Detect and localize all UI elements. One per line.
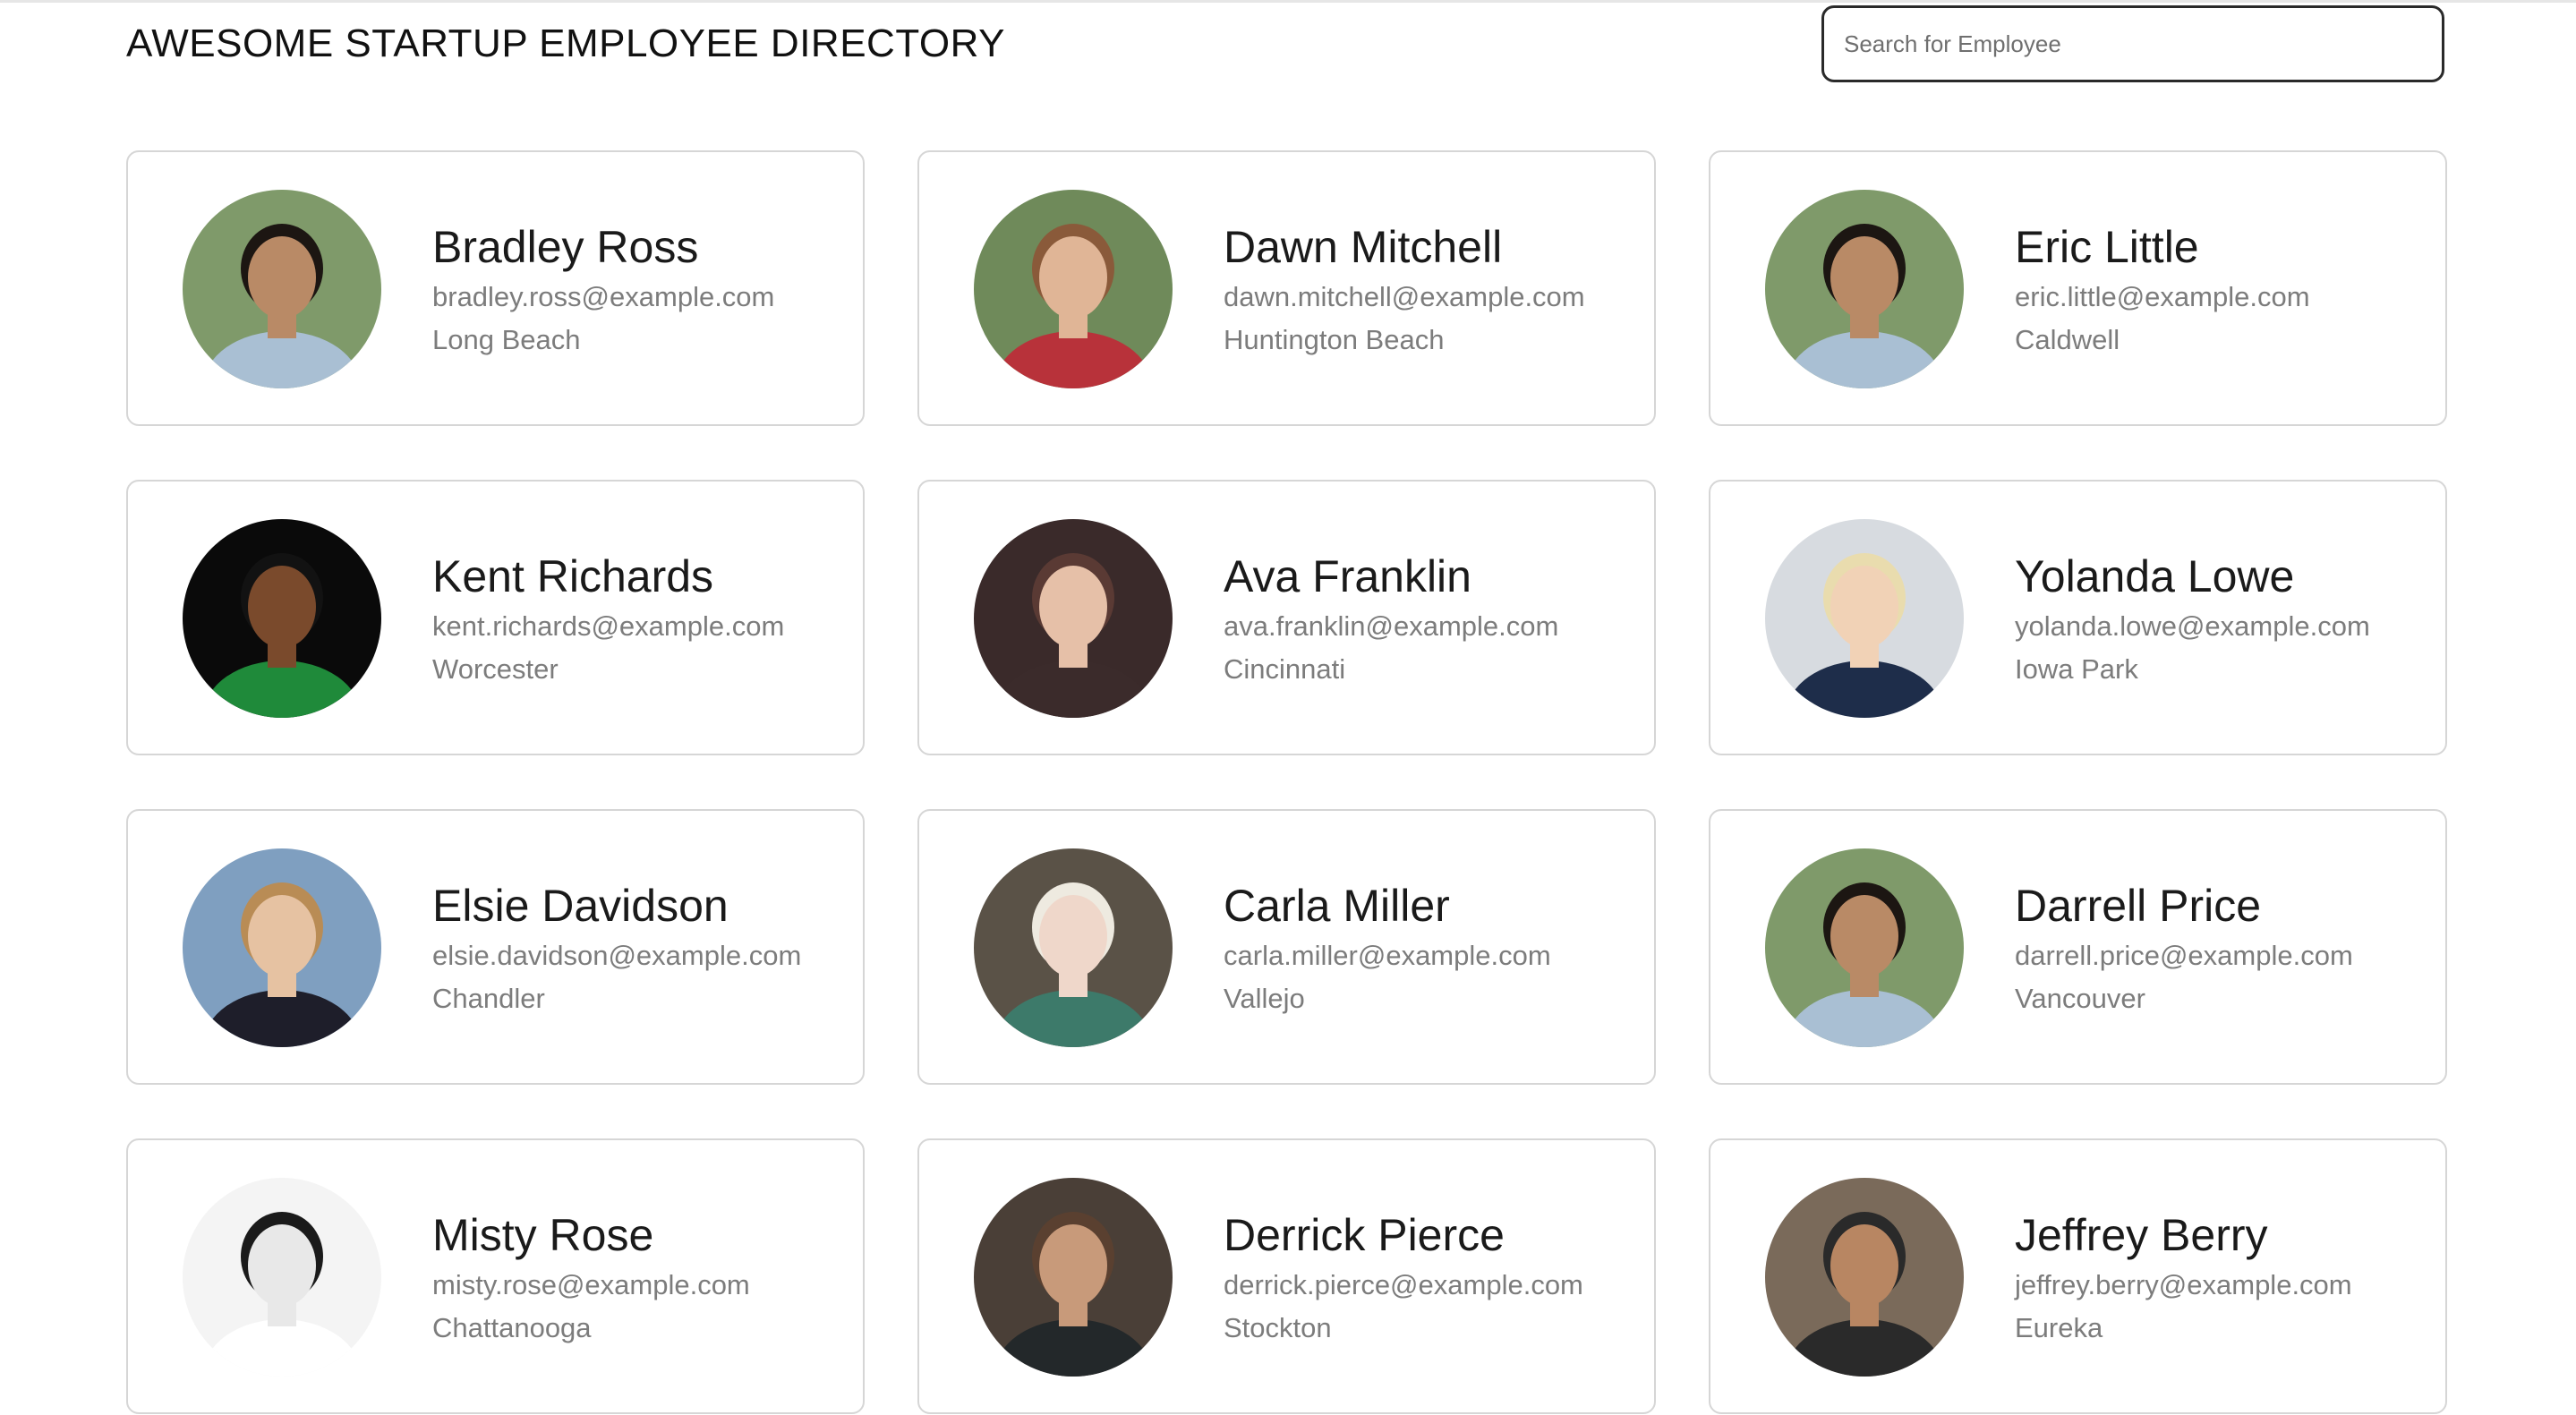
- employee-avatar: [183, 519, 381, 718]
- employee-card[interactable]: Eric Little eric.little@example.com Caldwe…: [1709, 150, 2447, 426]
- employee-avatar: [974, 190, 1173, 388]
- employee-email: dawn.mitchell@example.com: [1224, 281, 1585, 312]
- employee-card[interactable]: Elsie Davidson elsie.davidson@example.com…: [126, 809, 865, 1085]
- employee-info: Jeffrey Berry jeffrey.berry@example.com Eu…: [2015, 1208, 2427, 1350]
- employee-card[interactable]: Bradley Ross bradley.ross@example.com Long…: [126, 150, 865, 426]
- employee-avatar: [183, 848, 381, 1047]
- employee-avatar: [183, 190, 381, 388]
- employee-card[interactable]: Derrick Pierce derrick.pierce@example.com…: [917, 1138, 1656, 1414]
- page-title: AWESOME STARTUP EMPLOYEE DIRECTORY: [126, 21, 1005, 65]
- employee-info: Derrick Pierce derrick.pierce@example.com…: [1224, 1208, 1636, 1350]
- employee-email: elsie.davidson@example.com: [432, 940, 802, 971]
- employee-info: Dawn Mitchell dawn.mitchell@example.com Hu…: [1224, 220, 1636, 362]
- employee-info: Misty Rose misty.rose@example.com Chattano…: [432, 1208, 845, 1350]
- employee-name: Bradley Ross: [432, 222, 699, 272]
- employee-email: ava.franklin@example.com: [1224, 610, 1559, 642]
- employee-city: Vancouver: [2015, 983, 2145, 1014]
- employee-email: carla.miller@example.com: [1224, 940, 1551, 971]
- employee-city: Cincinnati: [1224, 653, 1346, 685]
- header: AWESOME STARTUP EMPLOYEE DIRECTORY: [126, 0, 2448, 107]
- employee-card[interactable]: Darrell Price darrell.price@example.com Va…: [1709, 809, 2447, 1085]
- employee-avatar: [974, 1178, 1173, 1377]
- employee-avatar: [974, 848, 1173, 1047]
- employee-name: Derrick Pierce: [1224, 1210, 1505, 1260]
- employee-card[interactable]: Dawn Mitchell dawn.mitchell@example.com Hu…: [917, 150, 1656, 426]
- employee-name: Misty Rose: [432, 1210, 654, 1260]
- employee-info: Bradley Ross bradley.ross@example.com Long…: [432, 220, 845, 362]
- employee-name: Dawn Mitchell: [1224, 222, 1503, 272]
- employee-avatar: [1765, 848, 1964, 1047]
- employee-card[interactable]: Ava Franklin ava.franklin@example.com Cinc…: [917, 480, 1656, 755]
- employee-name: Carla Miller: [1224, 881, 1450, 931]
- employee-card[interactable]: Kent Richards kent.richards@example.com Wo…: [126, 480, 865, 755]
- employee-email: misty.rose@example.com: [432, 1269, 750, 1300]
- employee-name: Eric Little: [2015, 222, 2199, 272]
- employee-name: Jeffrey Berry: [2015, 1210, 2268, 1260]
- employee-name: Ava Franklin: [1224, 551, 1471, 601]
- employee-card[interactable]: Misty Rose misty.rose@example.com Chattano…: [126, 1138, 865, 1414]
- employee-city: Chandler: [432, 983, 545, 1014]
- employee-email: eric.little@example.com: [2015, 281, 2310, 312]
- employee-info: Yolanda Lowe yolanda.lowe@example.com Iowa…: [2015, 550, 2427, 691]
- employee-grid: Bradley Ross bradley.ross@example.com Long…: [126, 150, 2448, 1414]
- employee-email: kent.richards@example.com: [432, 610, 785, 642]
- employee-card[interactable]: Carla Miller carla.miller@example.com Vall…: [917, 809, 1656, 1085]
- employee-email: jeffrey.berry@example.com: [2015, 1269, 2352, 1300]
- employee-email: darrell.price@example.com: [2015, 940, 2353, 971]
- employee-city: Worcester: [432, 653, 559, 685]
- employee-email: derrick.pierce@example.com: [1224, 1269, 1583, 1300]
- employee-city: Vallejo: [1224, 983, 1305, 1014]
- employee-city: Iowa Park: [2015, 653, 2138, 685]
- employee-name: Kent Richards: [432, 551, 714, 601]
- employee-info: Darrell Price darrell.price@example.com Va…: [2015, 879, 2427, 1020]
- employee-info: Eric Little eric.little@example.com Caldwe…: [2015, 220, 2427, 362]
- employee-avatar: [1765, 190, 1964, 388]
- employee-city: Huntington Beach: [1224, 324, 1445, 355]
- employee-avatar: [1765, 1178, 1964, 1377]
- employee-card[interactable]: Yolanda Lowe yolanda.lowe@example.com Iowa…: [1709, 480, 2447, 755]
- employee-city: Long Beach: [432, 324, 581, 355]
- employee-info: Carla Miller carla.miller@example.com Vall…: [1224, 879, 1636, 1020]
- employee-avatar: [1765, 519, 1964, 718]
- employee-name: Yolanda Lowe: [2015, 551, 2295, 601]
- employee-city: Eureka: [2015, 1312, 2103, 1343]
- employee-card[interactable]: Jeffrey Berry jeffrey.berry@example.com Eu…: [1709, 1138, 2447, 1414]
- employee-avatar: [183, 1178, 381, 1377]
- employee-email: bradley.ross@example.com: [432, 281, 775, 312]
- search-input[interactable]: [1821, 5, 2444, 82]
- employee-city: Stockton: [1224, 1312, 1332, 1343]
- employee-email: yolanda.lowe@example.com: [2015, 610, 2370, 642]
- employee-name: Elsie Davidson: [432, 881, 729, 931]
- employee-city: Caldwell: [2015, 324, 2120, 355]
- page: AWESOME STARTUP EMPLOYEE DIRECTORY Bradl…: [0, 0, 2576, 1415]
- employee-city: Chattanooga: [432, 1312, 592, 1343]
- employee-info: Elsie Davidson elsie.davidson@example.com…: [432, 879, 845, 1020]
- employee-info: Ava Franklin ava.franklin@example.com Cinc…: [1224, 550, 1636, 691]
- employee-avatar: [974, 519, 1173, 718]
- employee-info: Kent Richards kent.richards@example.com Wo…: [432, 550, 845, 691]
- employee-name: Darrell Price: [2015, 881, 2262, 931]
